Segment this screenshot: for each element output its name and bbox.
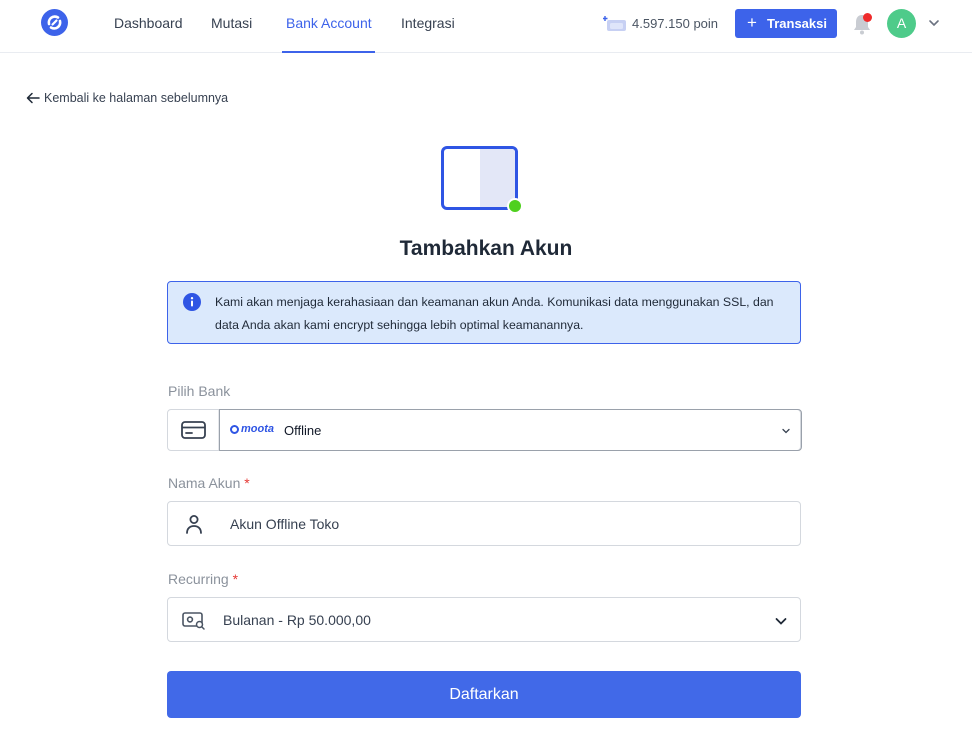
chevron-down-icon [782,428,790,434]
cash-icon [182,612,205,630]
notification-dot [863,13,872,22]
nama-akun-input[interactable]: Akun Offline Toko [230,516,339,532]
info-icon [183,293,201,311]
back-link-label: Kembali ke halaman sebelumnya [44,91,229,105]
required-mark: * [244,475,250,491]
nama-akun-field[interactable]: Akun Offline Toko [167,501,801,546]
bank-select-label-text: Pilih Bank [168,383,231,399]
nama-akun-label: Nama Akun * [168,475,250,491]
credit-card-icon [181,421,206,439]
arrow-left-icon [26,92,40,104]
recurring-label-text: Recurring [168,571,229,587]
user-icon [186,515,202,534]
moota-logo-icon [230,425,239,434]
nav-link-dashboard[interactable]: Dashboard [114,15,183,53]
page-title: Tambahkan Akun [399,237,573,260]
transaksi-button[interactable]: + Transaksi [735,9,837,38]
nama-akun-label-text: Nama Akun [168,475,241,491]
top-navbar: Dashboard Mutasi Bank Account Integrasi … [0,0,972,53]
bank-select-value: Offline [284,423,322,438]
nav-link-mutasi[interactable]: Mutasi [211,15,252,53]
transaksi-button-label: Transaksi [767,16,827,31]
bank-select[interactable]: moota Offline [219,409,802,451]
bank-select-label: Pilih Bank [168,383,230,399]
status-dot [507,198,523,214]
moota-logo-text: moota [241,423,274,435]
bank-select-field: moota Offline [167,409,802,451]
avatar[interactable]: A [887,9,916,38]
recurring-select-value: Bulanan - Rp 50.000,00 [223,612,371,628]
nav-link-integrasi[interactable]: Integrasi [401,15,455,53]
daftarkan-button[interactable]: Daftarkan [167,671,801,718]
app-logo-icon[interactable] [41,9,68,36]
recurring-select[interactable]: Bulanan - Rp 50.000,00 [167,597,801,642]
bank-select-addon [168,410,219,450]
points-coin-icon [603,16,626,31]
chevron-down-icon [775,618,787,625]
info-alert-message: Kami akan menjaga kerahasiaan dan keaman… [215,295,774,332]
window-illustration-icon [441,146,518,210]
chevron-down-icon[interactable] [928,17,940,29]
required-mark: * [232,571,239,587]
recurring-label: Recurring * [168,571,238,587]
points-label: 4.597.150 poin [632,16,719,31]
nav-link-bank-account[interactable]: Bank Account [282,15,375,53]
plus-icon: + [747,13,757,32]
account-illustration [441,146,525,216]
info-alert: Kami akan menjaga kerahasiaan dan keaman… [167,281,801,344]
